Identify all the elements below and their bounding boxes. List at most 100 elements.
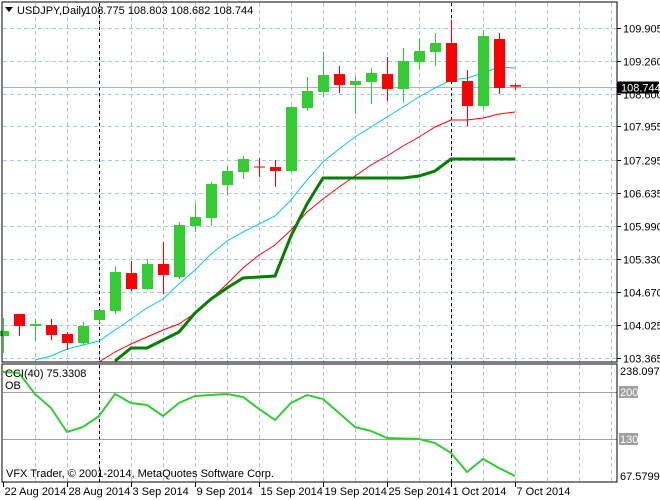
- price-tick-label: 109.905: [623, 24, 660, 36]
- price-tick-label: 106.635: [623, 189, 660, 201]
- price-tick-label: 105.330: [623, 255, 660, 267]
- moving-average-ma_mid: [98, 111, 516, 363]
- date-tick-label: 22 Aug 2014: [5, 486, 67, 498]
- candle-body: [462, 80, 473, 107]
- date-tick-label: 15 Sep 2014: [261, 486, 323, 498]
- candle: [494, 32, 505, 94]
- candle: [414, 37, 425, 70]
- candle: [174, 222, 185, 280]
- candle: [62, 332, 73, 350]
- candle-body: [430, 42, 441, 53]
- candle-body: [94, 310, 105, 321]
- date-tick-label: 9 Sep 2014: [197, 486, 253, 498]
- price-tick-label: 105.990: [623, 222, 660, 234]
- candle: [46, 319, 57, 340]
- candle: [318, 52, 329, 98]
- date-tick-label: 19 Sep 2014: [325, 486, 387, 498]
- candle-body: [174, 224, 185, 278]
- candle: [270, 160, 281, 187]
- main-chart-frame: [1, 1, 618, 363]
- candle-body: [126, 273, 137, 290]
- level-tag-label: 130: [620, 434, 638, 446]
- price-axis[interactable]: 109.905109.260108.600107.955107.295106.6…: [617, 24, 660, 366]
- level-tag-label: 200: [620, 387, 638, 399]
- candles: [0, 19, 521, 354]
- copyright-text: VFX Trader, © 2001-2014, MetaQuotes Soft…: [6, 468, 274, 480]
- candle-body: [110, 272, 121, 312]
- candle-body: [14, 314, 25, 327]
- candle-body: [366, 73, 377, 82]
- price-tick-label: 104.025: [623, 321, 660, 333]
- candle: [302, 76, 313, 112]
- ohlc-readout: 108.775 108.803 108.682 108.744: [85, 5, 253, 17]
- candle-body: [46, 325, 57, 335]
- candle: [366, 68, 377, 104]
- moving-average-ma_fast: [34, 66, 516, 361]
- indicator-level-tag: OB: [5, 380, 21, 392]
- indicator-axis: 238.0978 67.5799 200 130: [619, 366, 660, 483]
- candle-body: [206, 184, 217, 219]
- candle-body: [286, 107, 297, 171]
- indicator-label: CCI(40) 75.3308: [5, 368, 86, 380]
- indicator-min-label: 67.5799: [620, 471, 660, 483]
- candle: [350, 75, 361, 115]
- candle-body: [510, 85, 521, 87]
- candle-body: [334, 74, 345, 86]
- candle-body: [446, 42, 457, 82]
- candle: [222, 166, 233, 196]
- candle-body: [78, 326, 89, 344]
- candle: [126, 261, 137, 292]
- candle-body: [158, 263, 169, 275]
- candle: [446, 19, 457, 82]
- indicator-frame: [1, 363, 618, 483]
- candle: [334, 65, 345, 93]
- candle: [190, 202, 201, 233]
- candle: [510, 83, 521, 90]
- candle-body: [350, 80, 361, 86]
- indicator-max-label: 238.0978: [620, 366, 660, 378]
- candle-body: [190, 217, 201, 226]
- candle: [398, 47, 409, 103]
- date-tick-label: 7 Oct 2014: [517, 486, 571, 498]
- candle-body: [238, 158, 249, 173]
- candle-body: [270, 167, 281, 171]
- date-tick-label: 3 Sep 2014: [133, 486, 189, 498]
- triangle-down-icon[interactable]: [5, 7, 13, 12]
- candle-body: [478, 36, 489, 107]
- chart-window[interactable]: 109.905109.260108.600107.955107.295106.6…: [0, 0, 660, 500]
- date-tick-label: 1 Oct 2014: [453, 486, 507, 498]
- candle: [0, 318, 9, 354]
- candle: [94, 310, 105, 324]
- candle-body: [142, 263, 153, 290]
- candle: [238, 156, 249, 180]
- symbol-label: USDJPY,Daily: [17, 5, 87, 17]
- price-tick-label: 107.955: [623, 122, 660, 134]
- moving-averages: [34, 66, 516, 363]
- candle-body: [414, 51, 425, 63]
- candle: [142, 259, 153, 291]
- candle: [206, 182, 217, 226]
- candle: [14, 314, 25, 336]
- candle-body: [494, 39, 505, 88]
- price-tick-label: 109.260: [623, 57, 660, 69]
- grid: [3, 3, 617, 482]
- candle: [158, 241, 169, 295]
- candle: [478, 30, 489, 109]
- price-tick-label: 107.295: [623, 156, 660, 168]
- candle-body: [62, 333, 73, 344]
- candle: [286, 106, 297, 173]
- candle-body: [318, 75, 329, 92]
- candle-body: [254, 166, 265, 168]
- candle-body: [30, 324, 41, 327]
- current-price-label: 108.744: [621, 83, 660, 95]
- time-axis[interactable]: 22 Aug 2014 28 Aug 2014 3 Sep 2014 9 Sep 20…: [3, 482, 571, 498]
- price-tick-label: 104.670: [623, 288, 660, 300]
- candle: [110, 266, 121, 314]
- candle-body: [398, 61, 409, 90]
- date-tick-label: 28 Aug 2014: [69, 486, 131, 498]
- candle-body: [302, 91, 313, 109]
- candle-body: [222, 171, 233, 186]
- date-tick-label: 25 Sep 2014: [389, 486, 451, 498]
- cci-levels: [3, 392, 617, 440]
- candle: [30, 319, 41, 341]
